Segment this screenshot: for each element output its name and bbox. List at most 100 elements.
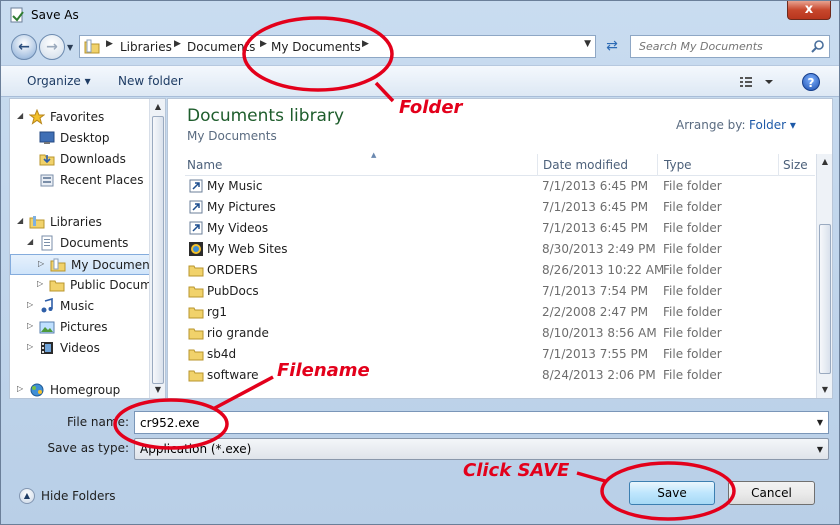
homegroup-icon: [30, 383, 44, 397]
folder-annotation: Folder: [399, 97, 463, 118]
libraries-icon: [29, 216, 45, 229]
column-name[interactable]: Name: [187, 158, 222, 172]
column-divider[interactable]: [778, 154, 779, 176]
shortcut-folder-icon: [189, 221, 203, 235]
scroll-up-icon[interactable]: ▲: [150, 99, 165, 115]
nav-item-pictures[interactable]: ▷ Pictures: [10, 317, 150, 338]
nav-item-homegroup[interactable]: ▷ Homegroup: [10, 380, 150, 398]
expand-arrow-icon[interactable]: ◢: [17, 111, 23, 120]
file-row[interactable]: PubDocs 7/1/2013 7:54 PM File folder: [185, 281, 815, 302]
help-button[interactable]: ?: [802, 73, 820, 91]
breadcrumb-libraries[interactable]: Libraries: [120, 40, 172, 54]
shortcut-folder-icon: [189, 200, 203, 214]
search-input[interactable]: [631, 36, 807, 57]
scroll-up-icon[interactable]: ▲: [817, 154, 832, 170]
chevron-down-icon[interactable]: ▼: [817, 418, 823, 427]
nav-item-music[interactable]: ▷ Music: [10, 296, 150, 317]
file-name-label: File name:: [67, 415, 129, 429]
folder-icon: [84, 39, 100, 54]
chevron-up-icon: ▲: [19, 488, 35, 504]
folder-icon: [49, 280, 65, 292]
column-date-modified[interactable]: Date modified: [543, 158, 628, 172]
videos-icon: [41, 342, 53, 354]
nav-item-recent-places[interactable]: Recent Places: [10, 170, 150, 191]
change-view-icon[interactable]: [739, 74, 779, 90]
address-dropdown-icon[interactable]: ▼: [584, 39, 591, 49]
recent-pages-chevron-icon[interactable]: ▼: [67, 43, 73, 52]
documents-icon: [41, 235, 53, 251]
search-box[interactable]: [630, 35, 830, 58]
scrollbar-thumb[interactable]: [819, 224, 831, 374]
expand-arrow-icon[interactable]: ▷: [17, 384, 23, 393]
file-row[interactable]: My Music 7/1/2013 6:45 PM File folder: [185, 176, 815, 197]
arrange-by-label: Arrange by:: [676, 118, 746, 132]
column-divider[interactable]: [657, 154, 658, 176]
file-name-input[interactable]: [135, 412, 805, 433]
click-save-annotation: Click SAVE: [463, 460, 570, 481]
refresh-icon[interactable]: ⇄: [599, 36, 625, 57]
expand-arrow-icon[interactable]: ▷: [27, 321, 33, 330]
chevron-right-icon[interactable]: ▶: [362, 39, 369, 49]
music-icon: [41, 298, 53, 313]
scrollbar-thumb[interactable]: [152, 116, 164, 384]
folder-icon: [188, 370, 204, 382]
folder-icon: [50, 258, 66, 272]
folder-icon: [188, 307, 204, 319]
title-bar: Save As x: [1, 1, 839, 29]
command-bar: Organize ▾ New folder ?: [1, 65, 839, 97]
file-row[interactable]: My Videos 7/1/2013 6:45 PM File folder: [185, 218, 815, 239]
nav-item-public-documents[interactable]: ▷ Public Documents: [10, 275, 150, 296]
expand-arrow-icon[interactable]: ◢: [27, 237, 33, 246]
scroll-down-icon[interactable]: ▼: [150, 382, 165, 398]
navigation-bar: ← → ▼ ▶ Libraries ▶ Documents ▶ My Docum…: [1, 29, 839, 65]
scroll-down-icon[interactable]: ▼: [817, 382, 832, 398]
nav-item-documents[interactable]: ◢ Documents: [10, 233, 150, 254]
forward-button[interactable]: →: [39, 34, 65, 60]
expand-arrow-icon[interactable]: ▷: [27, 300, 33, 309]
close-button[interactable]: x: [787, 1, 831, 20]
nav-pane-scrollbar[interactable]: ▲ ▼: [149, 99, 165, 398]
navigation-pane: ◢ Favorites Desktop Downloads Recent Pla…: [9, 98, 166, 399]
expand-arrow-icon[interactable]: ▷: [38, 259, 44, 268]
sort-ascending-icon: ▲: [371, 151, 377, 159]
chevron-right-icon[interactable]: ▶: [174, 39, 181, 49]
cancel-button[interactable]: Cancel: [728, 481, 815, 505]
save-button[interactable]: Save: [629, 481, 715, 505]
new-folder-button[interactable]: New folder: [118, 74, 183, 88]
chevron-right-icon[interactable]: ▶: [260, 39, 267, 49]
file-row[interactable]: My Pictures 7/1/2013 6:45 PM File folder: [185, 197, 815, 218]
nav-item-libraries[interactable]: ◢ Libraries: [10, 212, 150, 233]
save-as-type-value: Application (*.exe): [140, 442, 252, 456]
file-row[interactable]: My Web Sites 8/30/2013 2:49 PM File fold…: [185, 239, 815, 260]
chevron-down-icon[interactable]: ▼: [817, 445, 823, 454]
organize-button[interactable]: Organize ▾: [27, 74, 91, 88]
nav-item-videos[interactable]: ▷ Videos: [10, 338, 150, 359]
file-row[interactable]: rg1 2/2/2008 2:47 PM File folder: [185, 302, 815, 323]
expand-arrow-icon[interactable]: ▷: [27, 342, 33, 351]
expand-arrow-icon[interactable]: ▷: [37, 279, 43, 288]
nav-item-downloads[interactable]: Downloads: [10, 149, 150, 170]
address-bar[interactable]: ▶ Libraries ▶ Documents ▶ My Documents ▶…: [79, 35, 596, 58]
expand-arrow-icon[interactable]: ◢: [17, 216, 23, 225]
column-type[interactable]: Type: [664, 158, 692, 172]
save-as-icon: [10, 7, 24, 23]
column-divider[interactable]: [537, 154, 538, 176]
desktop-icon: [39, 131, 55, 144]
column-size[interactable]: Size: [783, 158, 808, 172]
nav-item-desktop[interactable]: Desktop: [10, 128, 150, 149]
file-list-scrollbar[interactable]: ▲ ▼: [816, 154, 832, 398]
breadcrumb-my-documents[interactable]: My Documents: [271, 40, 361, 54]
column-header: ▲ Name Date modified Type Size: [185, 151, 815, 176]
back-button[interactable]: ←: [11, 34, 37, 60]
save-as-type-select[interactable]: Application (*.exe) ▼: [134, 438, 829, 460]
nav-item-favorites[interactable]: ◢ Favorites: [10, 107, 150, 128]
file-name-field[interactable]: ▼: [134, 411, 829, 434]
chevron-right-icon[interactable]: ▶: [106, 39, 113, 49]
file-row[interactable]: rio grande 8/10/2013 8:56 AM File folder: [185, 323, 815, 344]
breadcrumb-documents[interactable]: Documents: [187, 40, 255, 54]
search-icon[interactable]: [810, 39, 825, 54]
arrange-by-dropdown[interactable]: Folder ▾: [749, 118, 796, 132]
save-as-type-label: Save as type:: [47, 441, 129, 455]
nav-item-my-documents[interactable]: ▷ My Documents: [10, 254, 150, 275]
file-row[interactable]: ORDERS 8/26/2013 10:22 AM File folder: [185, 260, 815, 281]
